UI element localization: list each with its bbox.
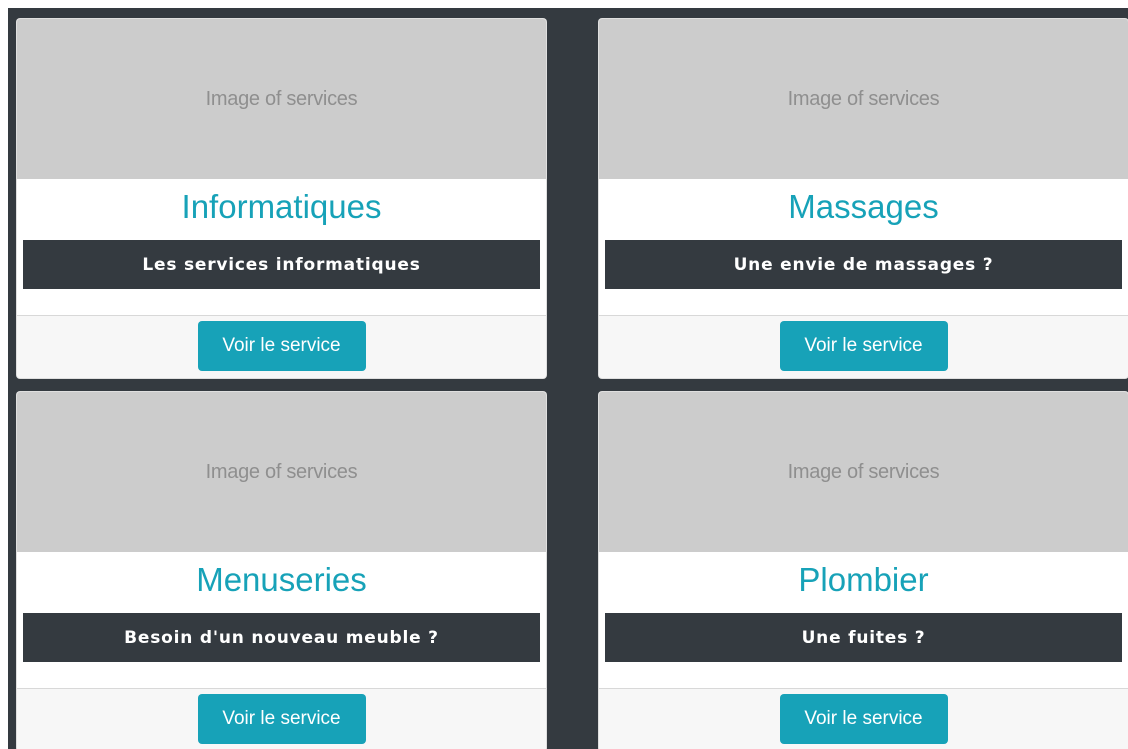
card-footer: Voir le service [17, 315, 546, 378]
service-image-placeholder: Image of services [17, 392, 546, 552]
card-footer: Voir le service [599, 688, 1128, 749]
service-image-alt: Image of services [205, 460, 358, 483]
service-description: Une fuites ? [605, 613, 1122, 662]
service-title: Plombier [798, 561, 929, 598]
card-footer: Voir le service [17, 688, 546, 749]
card-footer: Voir le service [599, 315, 1128, 378]
service-image-alt: Image of services [787, 460, 940, 483]
view-service-button[interactable]: Voir le service [779, 693, 948, 744]
view-service-button[interactable]: Voir le service [197, 693, 366, 744]
service-image-alt: Image of services [787, 87, 940, 110]
service-title: Massages [788, 188, 939, 225]
service-card-menuseries: Image of services Menuseries Besoin d'un… [16, 391, 547, 749]
service-description: Une envie de massages ? [605, 240, 1122, 289]
service-description: Besoin d'un nouveau meuble ? [23, 613, 540, 662]
top-strip [0, 0, 1128, 8]
view-service-button[interactable]: Voir le service [779, 320, 948, 371]
service-card-plombier: Image of services Plombier Une fuites ? … [598, 391, 1128, 749]
service-title: Menuseries [196, 561, 367, 598]
service-image-alt: Image of services [205, 87, 358, 110]
service-card-massages: Image of services Massages Une envie de … [598, 18, 1128, 379]
service-description: Les services informatiques [23, 240, 540, 289]
service-image-placeholder: Image of services [599, 19, 1128, 179]
view-service-button[interactable]: Voir le service [197, 320, 366, 371]
service-card-informatiques: Image of services Informatiques Les serv… [16, 18, 547, 379]
service-title: Informatiques [181, 188, 382, 225]
services-panel: Image of services Informatiques Les serv… [8, 8, 1128, 749]
service-image-placeholder: Image of services [17, 19, 546, 179]
service-image-placeholder: Image of services [599, 392, 1128, 552]
